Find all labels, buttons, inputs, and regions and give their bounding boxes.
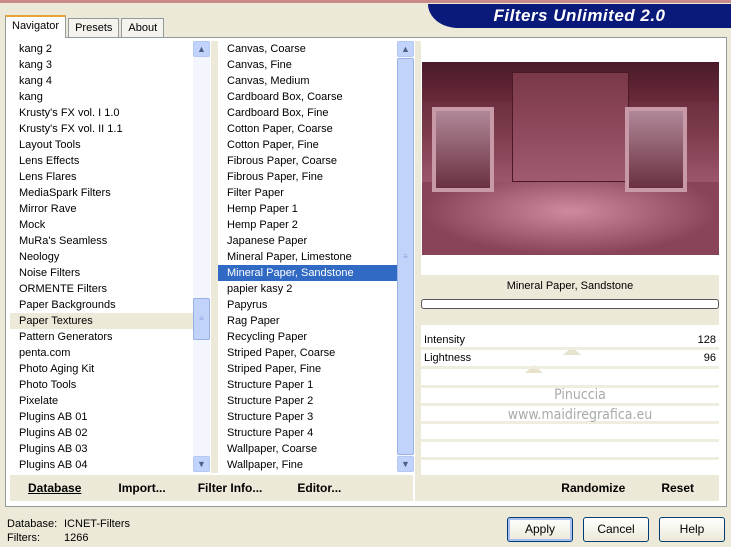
reset-button[interactable]: Reset bbox=[661, 481, 694, 495]
list-item[interactable]: Krusty's FX vol. II 1.1 bbox=[10, 121, 193, 137]
list-item[interactable]: ORMENTE Filters bbox=[10, 281, 193, 297]
list-item[interactable]: kang 4 bbox=[10, 73, 193, 89]
tab-presets[interactable]: Presets bbox=[68, 18, 120, 38]
separator bbox=[421, 439, 719, 442]
progress-bar bbox=[421, 299, 719, 309]
editor-button[interactable]: Editor... bbox=[297, 481, 341, 495]
status-area: Database: ICNET-Filters Filters: 1266 bbox=[7, 518, 130, 544]
scroll-down-icon[interactable]: ▼ bbox=[397, 456, 414, 472]
list-item[interactable]: Pattern Generators bbox=[10, 329, 193, 345]
filter-list[interactable]: Canvas, Coarse Canvas, Fine Canvas, Medium… bbox=[218, 41, 397, 473]
list-item[interactable]: kang 3 bbox=[10, 57, 193, 73]
list-item[interactable]: Paper Textures bbox=[10, 313, 193, 329]
list-item[interactable]: Photo Aging Kit bbox=[10, 361, 193, 377]
list-item[interactable]: Hemp Paper 1 bbox=[218, 201, 397, 217]
help-button[interactable]: Help bbox=[659, 517, 725, 542]
separator bbox=[421, 457, 719, 460]
list-item[interactable]: Photo Tools bbox=[10, 377, 193, 393]
category-scrollbar[interactable]: ▲ ≡ ▼ bbox=[193, 41, 210, 472]
list-item[interactable]: Plugins AB 04 bbox=[10, 457, 193, 473]
list-item[interactable]: papier kasy 2 bbox=[218, 281, 397, 297]
tab-about[interactable]: About bbox=[121, 18, 165, 38]
list-item[interactable]: kang 2 bbox=[10, 41, 193, 57]
list-item[interactable]: Cotton Paper, Fine bbox=[218, 137, 397, 153]
list-item[interactable]: Neology bbox=[10, 249, 193, 265]
scroll-up-icon[interactable]: ▲ bbox=[397, 41, 414, 57]
tab-navigator[interactable]: Navigator bbox=[5, 15, 67, 38]
list-item[interactable]: Lens Flares bbox=[10, 169, 193, 185]
divider bbox=[211, 41, 218, 473]
list-item[interactable]: Krusty's FX vol. I 1.0 bbox=[10, 105, 193, 121]
list-item[interactable]: Paper Backgrounds bbox=[10, 297, 193, 313]
list-item[interactable]: Wallpaper, Coarse bbox=[218, 441, 397, 457]
list-item[interactable]: Rag Paper bbox=[218, 313, 397, 329]
scroll-thumb[interactable]: ≡ bbox=[193, 298, 210, 340]
list-item[interactable]: Wallpaper, Fine bbox=[218, 457, 397, 473]
list-item[interactable]: Canvas, Fine bbox=[218, 57, 397, 73]
app-title-banner: Filters Unlimited 2.0 bbox=[428, 4, 731, 28]
list-item[interactable]: penta.com bbox=[10, 345, 193, 361]
list-item[interactable]: Japanese Paper bbox=[218, 233, 397, 249]
list-item[interactable]: Cardboard Box, Coarse bbox=[218, 89, 397, 105]
list-item[interactable]: Mock bbox=[10, 217, 193, 233]
list-item[interactable]: Lens Effects bbox=[10, 153, 193, 169]
scroll-thumb[interactable]: ≡ bbox=[397, 58, 414, 455]
divider bbox=[415, 41, 421, 501]
list-item[interactable]: Filter Paper bbox=[218, 185, 397, 201]
list-item[interactable]: Structure Paper 2 bbox=[218, 393, 397, 409]
list-item[interactable]: Structure Paper 1 bbox=[218, 377, 397, 393]
list-item[interactable]: Pixelate bbox=[10, 393, 193, 409]
list-item[interactable]: Plugins AB 02 bbox=[10, 425, 193, 441]
list-item[interactable]: Recycling Paper bbox=[218, 329, 397, 345]
list-item[interactable]: Noise Filters bbox=[10, 265, 193, 281]
bottom-toolbar-left: Database Import... Filter Info... Editor… bbox=[10, 475, 413, 501]
tab-bar: Navigator Presets About bbox=[5, 15, 165, 38]
list-item[interactable]: Hemp Paper 2 bbox=[218, 217, 397, 233]
list-item[interactable]: kang bbox=[10, 89, 193, 105]
list-item[interactable]: Canvas, Coarse bbox=[218, 41, 397, 57]
list-item[interactable]: Plugins AB 01 bbox=[10, 409, 193, 425]
watermark: Pinuccia www.maidiregrafica.eu bbox=[507, 387, 653, 423]
list-item[interactable]: Cardboard Box, Fine bbox=[218, 105, 397, 121]
top-strip bbox=[0, 0, 731, 3]
list-item[interactable]: Structure Paper 3 bbox=[218, 409, 397, 425]
scroll-up-icon[interactable]: ▲ bbox=[193, 41, 210, 57]
scroll-down-icon[interactable]: ▼ bbox=[193, 456, 210, 472]
list-item[interactable]: MuRa's Seamless bbox=[10, 233, 193, 249]
separator bbox=[421, 366, 719, 369]
list-item[interactable]: Striped Paper, Fine bbox=[218, 361, 397, 377]
bottom-toolbar-right: Randomize Reset bbox=[421, 475, 719, 501]
cancel-button[interactable]: Cancel bbox=[583, 517, 649, 542]
list-item[interactable]: Plugins AB 03 bbox=[10, 441, 193, 457]
database-button[interactable]: Database bbox=[28, 481, 81, 495]
apply-button[interactable]: Apply bbox=[507, 517, 573, 542]
list-item[interactable]: Layout Tools bbox=[10, 137, 193, 153]
list-item[interactable]: MediaSpark Filters bbox=[10, 185, 193, 201]
list-item[interactable]: Striped Paper, Coarse bbox=[218, 345, 397, 361]
filter-name-label: Mineral Paper, Sandstone bbox=[506, 280, 634, 292]
category-list[interactable]: kang 2 kang 3 kang 4 kang Krusty's FX vol. I… bbox=[10, 41, 193, 473]
list-item[interactable]: Fibrous Paper, Coarse bbox=[218, 153, 397, 169]
list-item[interactable]: Mineral Paper, Sandstone bbox=[218, 265, 397, 281]
list-item[interactable]: Fibrous Paper, Fine bbox=[218, 169, 397, 185]
list-item[interactable]: Cotton Paper, Coarse bbox=[218, 121, 397, 137]
list-item[interactable]: Structure Paper 4 bbox=[218, 425, 397, 441]
list-item[interactable]: Canvas, Medium bbox=[218, 73, 397, 89]
list-item[interactable]: Mirror Rave bbox=[10, 201, 193, 217]
import-button[interactable]: Import... bbox=[118, 481, 165, 495]
list-item[interactable]: Mineral Paper, Limestone bbox=[218, 249, 397, 265]
filter-scrollbar[interactable]: ▲ ≡ ▼ bbox=[397, 41, 414, 472]
list-item[interactable]: Papyrus bbox=[218, 297, 397, 313]
slider-thumb[interactable] bbox=[525, 356, 543, 373]
preview-image bbox=[422, 62, 719, 255]
param-lightness[interactable]: Lightness 96 bbox=[421, 349, 719, 367]
filter-info-button[interactable]: Filter Info... bbox=[198, 481, 263, 495]
randomize-button[interactable]: Randomize bbox=[561, 481, 625, 495]
